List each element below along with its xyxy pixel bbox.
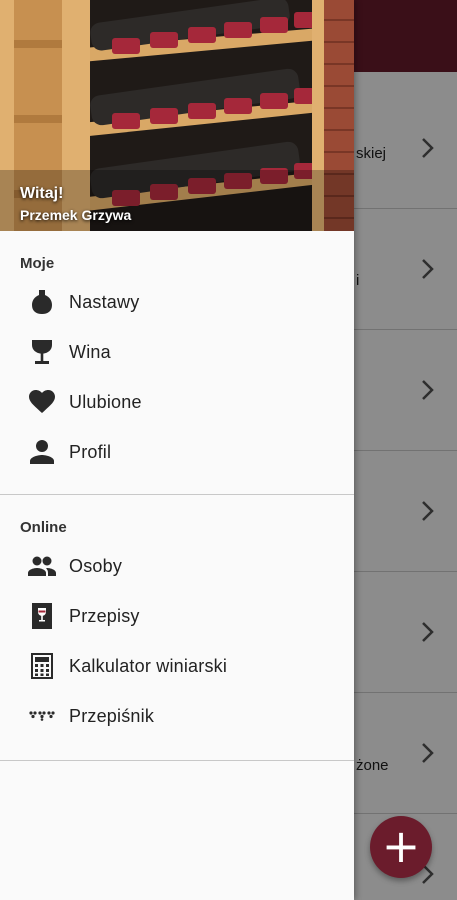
section-title-online: Online bbox=[20, 519, 67, 536]
menu-item-label: Kalkulator winiarski bbox=[69, 655, 228, 676]
menu-item-label: Wina bbox=[69, 341, 111, 362]
greeting-text: Witaj! bbox=[20, 185, 64, 202]
carboy-icon bbox=[28, 288, 56, 316]
menu-item-przepisnik[interactable]: Przepiśnik bbox=[0, 691, 354, 741]
recipe-glass-icon bbox=[28, 602, 56, 630]
menu-item-label: Przepiśnik bbox=[69, 705, 155, 726]
drawer-header: Witaj! Przemek Grzywa bbox=[0, 0, 354, 231]
menu-item-wina[interactable]: Wina bbox=[0, 327, 354, 377]
navigation-drawer: Witaj! Przemek Grzywa Moje Nastawy Wina … bbox=[0, 0, 354, 900]
section-title-moje: Moje bbox=[20, 255, 55, 272]
menu-item-nastawy[interactable]: Nastawy bbox=[0, 277, 354, 327]
menu-item-kalkulator-winiarski[interactable]: Kalkulator winiarski bbox=[0, 641, 354, 691]
menu-item-label: Ulubione bbox=[69, 391, 142, 412]
wine-glass-icon bbox=[28, 338, 56, 366]
menu-item-label: Nastawy bbox=[69, 291, 140, 312]
add-fab-button[interactable]: + bbox=[370, 816, 432, 878]
menu-item-przepisy[interactable]: Przepisy bbox=[0, 591, 354, 641]
menu-item-profil[interactable]: Profil bbox=[0, 427, 354, 477]
plus-icon: + bbox=[381, 818, 421, 873]
menu-item-label: Przepisy bbox=[69, 605, 140, 626]
menu-item-label: Osoby bbox=[69, 555, 123, 576]
menu-item-osoby[interactable]: Osoby bbox=[0, 541, 354, 591]
section-divider bbox=[0, 760, 354, 761]
grapes-icon bbox=[28, 702, 56, 730]
menu-item-label: Profil bbox=[69, 441, 112, 462]
menu-item-ulubione[interactable]: Ulubione bbox=[0, 377, 354, 427]
heart-icon bbox=[28, 388, 56, 416]
user-name: Przemek Grzywa bbox=[20, 207, 132, 223]
people-icon bbox=[28, 552, 56, 580]
person-icon bbox=[28, 438, 56, 466]
calculator-icon bbox=[28, 652, 56, 680]
